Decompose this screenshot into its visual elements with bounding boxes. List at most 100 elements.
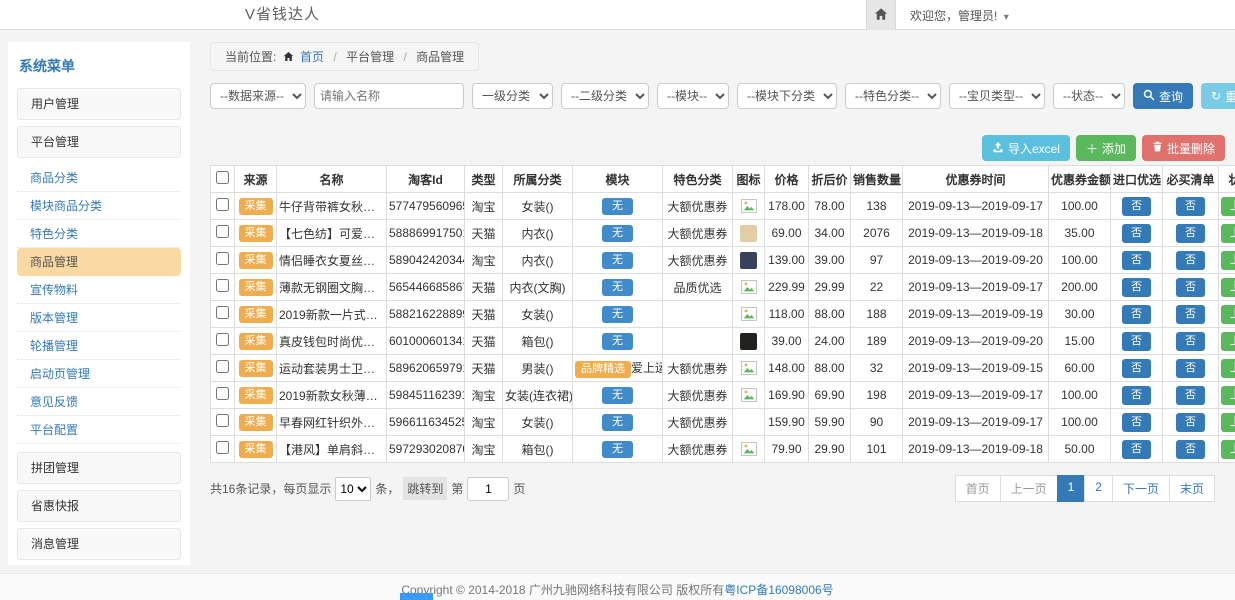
status-button[interactable]: 上架: [1221, 359, 1235, 378]
mustbuy-toggle-button[interactable]: 否: [1176, 440, 1205, 459]
chevron-down-icon: ▾: [1004, 12, 1009, 23]
import-excel-button[interactable]: 导入excel: [982, 135, 1070, 161]
status-button[interactable]: 上架: [1221, 224, 1235, 243]
sidebar-item-商品分类[interactable]: 商品分类: [17, 164, 181, 192]
column-header-优惠券金额: 优惠券金额: [1049, 166, 1111, 193]
page-button-上一页[interactable]: 上一页: [1000, 475, 1058, 502]
sidebar-item-版本管理[interactable]: 版本管理: [17, 304, 181, 332]
coupon-amount: 15.00: [1049, 328, 1111, 355]
import-toggle-button[interactable]: 否: [1122, 197, 1151, 216]
row-checkbox[interactable]: [216, 198, 229, 211]
mustbuy-toggle-button[interactable]: 否: [1176, 413, 1205, 432]
page-button-首页[interactable]: 首页: [955, 475, 1001, 502]
search-button[interactable]: 查询: [1133, 83, 1193, 109]
row-checkbox-cell: [211, 301, 235, 328]
sidebar-item-商品管理[interactable]: 商品管理: [17, 248, 181, 276]
import-toggle-button[interactable]: 否: [1122, 440, 1151, 459]
sidebar-item-模块商品分类[interactable]: 模块商品分类: [17, 192, 181, 220]
per-page-select[interactable]: 10: [335, 477, 371, 501]
status-button[interactable]: 上架: [1221, 386, 1235, 405]
import-toggle-button[interactable]: 否: [1122, 386, 1151, 405]
status-button[interactable]: 上架: [1221, 197, 1235, 216]
user-menu[interactable]: 欢迎您，管理员! ▾: [910, 7, 1009, 24]
table-row: 采集真皮钱包时尚优雅女士...601000601341天猫箱包()无39.002…: [211, 328, 1235, 355]
add-button[interactable]: ＋ 添加: [1076, 135, 1136, 161]
sidebar-section-用户管理[interactable]: 用户管理: [17, 88, 181, 120]
row-checkbox[interactable]: [216, 360, 229, 373]
import-toggle-button[interactable]: 否: [1122, 359, 1151, 378]
import-select-cell: 否: [1111, 382, 1163, 409]
source-badge: 采集: [239, 306, 273, 323]
jump-page-input[interactable]: [467, 477, 509, 501]
status-button[interactable]: 上架: [1221, 305, 1235, 324]
broken-image-icon: [741, 307, 757, 321]
import-select-cell: 否: [1111, 193, 1163, 220]
breadcrumb-home-link[interactable]: 首页: [300, 50, 324, 64]
page-button-2[interactable]: 2: [1084, 475, 1113, 502]
reset-button[interactable]: ↻ 重置: [1201, 83, 1235, 109]
row-checkbox[interactable]: [216, 279, 229, 292]
filter-select[interactable]: --状态--: [1053, 83, 1125, 109]
sidebar-item-平台配置[interactable]: 平台配置: [17, 416, 181, 444]
sidebar-item-启动页管理[interactable]: 启动页管理: [17, 360, 181, 388]
mustbuy-toggle-button[interactable]: 否: [1176, 224, 1205, 243]
sidebar-item-轮播管理[interactable]: 轮播管理: [17, 332, 181, 360]
row-checkbox[interactable]: [216, 387, 229, 400]
sidebar-section-平台管理[interactable]: 平台管理: [17, 126, 181, 158]
mustbuy-toggle-button[interactable]: 否: [1176, 305, 1205, 324]
sidebar-section-消息管理[interactable]: 消息管理: [17, 528, 181, 560]
row-checkbox[interactable]: [216, 414, 229, 427]
mustbuy-toggle-button[interactable]: 否: [1176, 278, 1205, 297]
filter-select[interactable]: 一级分类: [472, 83, 553, 109]
app-title: V省钱达人: [245, 0, 320, 30]
filter-select[interactable]: --模块--: [657, 83, 729, 109]
row-checkbox[interactable]: [216, 252, 229, 265]
column-header-来源: 来源: [235, 166, 277, 193]
import-toggle-button[interactable]: 否: [1122, 305, 1151, 324]
module-none-badge: 无: [602, 441, 633, 458]
row-checkbox[interactable]: [216, 306, 229, 319]
sidebar-item-宣传物料[interactable]: 宣传物料: [17, 276, 181, 304]
home-button[interactable]: [866, 0, 896, 30]
import-toggle-button[interactable]: 否: [1122, 278, 1151, 297]
filter-select[interactable]: --宝贝类型--: [949, 83, 1045, 109]
select-all-checkbox[interactable]: [216, 171, 229, 184]
page-button-下一页[interactable]: 下一页: [1112, 475, 1170, 502]
page-button-末页[interactable]: 末页: [1169, 475, 1215, 502]
status-button[interactable]: 上架: [1221, 251, 1235, 270]
mustbuy-toggle-button[interactable]: 否: [1176, 332, 1205, 351]
filter-select[interactable]: --模块下分类--: [737, 83, 837, 109]
filter-select[interactable]: --特色分类--: [845, 83, 941, 109]
price: 178.00: [765, 193, 809, 220]
sidebar-section-拼团管理[interactable]: 拼团管理: [17, 452, 181, 484]
status-button[interactable]: 上架: [1221, 278, 1235, 297]
product-category: 女装(连衣裙): [503, 382, 573, 409]
product-type: 淘宝: [465, 382, 503, 409]
row-checkbox[interactable]: [216, 225, 229, 238]
batch-delete-button[interactable]: 批量删除: [1142, 135, 1225, 161]
mustbuy-cell: 否: [1163, 328, 1219, 355]
mustbuy-toggle-button[interactable]: 否: [1176, 386, 1205, 405]
page-button-1[interactable]: 1: [1057, 475, 1086, 502]
row-checkbox[interactable]: [216, 333, 229, 346]
mustbuy-toggle-button[interactable]: 否: [1176, 359, 1205, 378]
mustbuy-toggle-button[interactable]: 否: [1176, 197, 1205, 216]
import-toggle-button[interactable]: 否: [1122, 413, 1151, 432]
name-search-input[interactable]: [314, 83, 464, 109]
status-button[interactable]: 上架: [1221, 440, 1235, 459]
product-name: 【港风】单肩斜跨链条...: [277, 436, 387, 463]
row-checkbox[interactable]: [216, 441, 229, 454]
import-toggle-button[interactable]: 否: [1122, 224, 1151, 243]
sidebar-item-特色分类[interactable]: 特色分类: [17, 220, 181, 248]
icp-link[interactable]: 粤ICP备16098006号: [724, 583, 833, 597]
sidebar-section-省惠快报[interactable]: 省惠快报: [17, 490, 181, 522]
filter-select[interactable]: --二级分类--: [561, 83, 649, 109]
status-button[interactable]: 上架: [1221, 413, 1235, 432]
filter-select[interactable]: --数据来源--: [210, 83, 306, 109]
import-toggle-button[interactable]: 否: [1122, 332, 1151, 351]
mustbuy-toggle-button[interactable]: 否: [1176, 251, 1205, 270]
product-name: 牛仔背带裤女秋装减龄...: [277, 193, 387, 220]
status-button[interactable]: 上架: [1221, 332, 1235, 351]
import-toggle-button[interactable]: 否: [1122, 251, 1151, 270]
sidebar-item-意见反馈[interactable]: 意见反馈: [17, 388, 181, 416]
